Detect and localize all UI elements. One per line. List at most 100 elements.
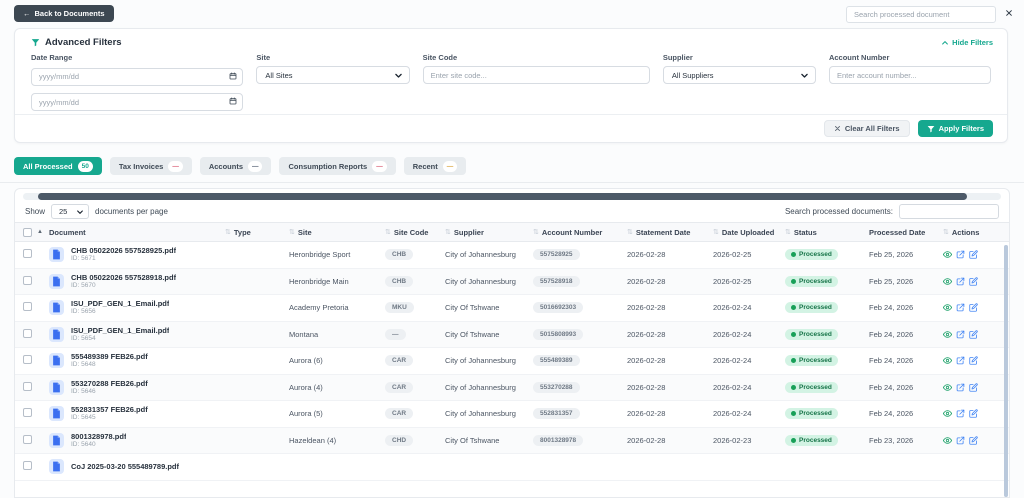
view-document-button[interactable] <box>943 330 952 339</box>
row-select-cell <box>23 408 49 419</box>
table-search-input[interactable] <box>899 204 999 219</box>
tab[interactable]: Tax Invoices — <box>109 157 192 175</box>
header-statement-date[interactable]: ⇅ Statement Date <box>627 228 713 237</box>
site-code-label: Site Code <box>422 53 458 62</box>
processed-date-cell: Feb 25, 2026 <box>869 250 914 260</box>
account-number-cell: 553270288 <box>533 381 627 393</box>
header-site-code[interactable]: ⇅ Site Code <box>385 228 445 237</box>
edit-document-button[interactable] <box>969 330 978 339</box>
header-supplier[interactable]: ⇅ Supplier <box>445 228 533 237</box>
header-actions[interactable]: ⇅ Actions <box>943 228 987 237</box>
status-dot-icon <box>791 252 796 258</box>
vertical-scrollbar-track[interactable] <box>1004 245 1008 497</box>
sort-icon: ⇅ <box>445 229 451 236</box>
horizontal-scrollbar-track[interactable] <box>23 193 1001 200</box>
hide-filters-link[interactable]: Hide Filters <box>941 38 993 47</box>
row-checkbox[interactable] <box>23 328 32 338</box>
apply-filters-label: Apply Filters <box>938 124 984 133</box>
hide-filters-label: Hide Filters <box>952 38 993 47</box>
site-cell: Hazeldean (4) <box>289 435 337 445</box>
view-document-button[interactable] <box>943 383 952 392</box>
row-checkbox[interactable] <box>23 434 32 444</box>
row-select-cell <box>23 461 49 472</box>
open-document-button[interactable] <box>956 436 965 445</box>
eye-icon <box>943 410 952 417</box>
edit-document-button[interactable] <box>969 409 978 418</box>
close-search-button[interactable] <box>1003 7 1014 18</box>
calendar-icon[interactable] <box>229 72 237 80</box>
tab[interactable]: Recent — <box>403 157 467 175</box>
edit-document-button[interactable] <box>969 250 978 259</box>
row-checkbox[interactable] <box>23 275 32 285</box>
open-document-button[interactable] <box>956 356 965 365</box>
page-size-select[interactable]: 25 <box>51 204 90 219</box>
top-search-input[interactable] <box>846 6 996 23</box>
vertical-scrollbar-thumb[interactable] <box>1004 245 1008 497</box>
edit-document-button[interactable] <box>969 356 978 365</box>
external-link-icon <box>956 356 965 365</box>
account-number-badge: 5015808993 <box>533 328 584 340</box>
tab[interactable]: Accounts — <box>199 157 272 175</box>
header-status[interactable]: ⇅ Status <box>785 228 869 237</box>
open-document-button[interactable] <box>956 383 965 392</box>
sort-icon: ⇅ <box>785 229 791 236</box>
header-site[interactable]: ⇅ Site <box>289 228 385 237</box>
header-processed-date[interactable]: Processed Date <box>869 228 943 237</box>
status-badge: Processed <box>785 328 838 340</box>
site-code-badge: CAR <box>385 408 414 420</box>
view-document-button[interactable] <box>943 277 952 286</box>
view-document-button[interactable] <box>943 436 952 445</box>
horizontal-scrollbar-thumb[interactable] <box>37 193 967 200</box>
documents-table-card: Show 25 documents per page Search proces… <box>14 188 1010 498</box>
select-all-checkbox[interactable] <box>23 227 32 237</box>
row-checkbox[interactable] <box>23 461 32 471</box>
row-checkbox[interactable] <box>23 381 32 391</box>
show-label: Show <box>25 207 46 216</box>
apply-filters-button[interactable]: Apply Filters <box>917 120 993 137</box>
edit-document-button[interactable] <box>969 383 978 392</box>
row-checkbox[interactable] <box>23 408 32 418</box>
supplier-select[interactable]: All Suppliers <box>662 66 816 84</box>
chevron-down-icon <box>77 209 83 214</box>
statement-date-cell: 2026-02-28 <box>627 382 666 392</box>
header-document[interactable]: Document <box>49 228 225 237</box>
header-type[interactable]: ⇅ Type <box>225 228 289 237</box>
calendar-icon[interactable] <box>229 97 237 105</box>
header-date-uploaded[interactable]: ⇅ Date Uploaded <box>713 228 785 237</box>
tab[interactable]: All Processed 50 <box>14 157 102 175</box>
status-label: Processed <box>799 436 832 444</box>
eye-icon <box>943 304 952 311</box>
view-document-button[interactable] <box>943 250 952 259</box>
clear-all-filters-button[interactable]: Clear All Filters <box>823 120 910 137</box>
open-document-button[interactable] <box>956 330 965 339</box>
row-checkbox[interactable] <box>23 302 32 312</box>
header-account-number[interactable]: ⇅ Account Number <box>533 228 627 237</box>
date-from-input[interactable] <box>31 67 244 86</box>
site-code-input[interactable] <box>422 66 650 84</box>
view-document-button[interactable] <box>943 356 952 365</box>
open-document-button[interactable] <box>956 409 965 418</box>
external-link-icon <box>956 250 965 259</box>
row-checkbox[interactable] <box>23 249 32 259</box>
edit-document-button[interactable] <box>969 436 978 445</box>
tab[interactable]: Consumption Reports — <box>279 157 396 175</box>
edit-document-button[interactable] <box>969 277 978 286</box>
row-checkbox[interactable] <box>23 355 32 365</box>
view-document-button[interactable] <box>943 303 952 312</box>
document-cell: ISU_PDF_GEN_1_Email.pdf ID: 5656 <box>49 299 225 317</box>
open-document-button[interactable] <box>956 277 965 286</box>
open-document-button[interactable] <box>956 303 965 312</box>
document-id: ID: 5645 <box>71 414 96 422</box>
date-to-input[interactable] <box>31 93 244 111</box>
edit-icon <box>969 436 978 445</box>
sort-icon: ⇅ <box>713 229 719 236</box>
site-code-cell: MKU <box>385 302 445 314</box>
back-to-documents-button[interactable]: ← Back to Documents <box>14 5 114 22</box>
tab-badge: — <box>372 160 387 172</box>
view-document-button[interactable] <box>943 409 952 418</box>
edit-document-button[interactable] <box>969 303 978 312</box>
site-select[interactable]: All Sites <box>256 66 410 84</box>
open-document-button[interactable] <box>956 250 965 259</box>
document-file-icon <box>49 326 64 342</box>
account-number-input[interactable] <box>828 66 991 84</box>
